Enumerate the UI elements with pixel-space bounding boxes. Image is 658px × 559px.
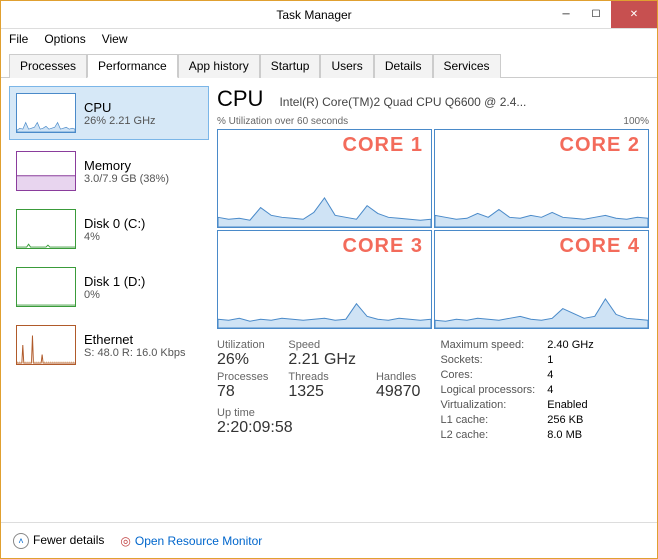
- virt-label: Virtualization:: [440, 399, 535, 411]
- utilization-label: Utilization: [217, 339, 268, 351]
- memory-thumbnail-icon: [16, 151, 76, 191]
- task-manager-window: Task Manager ─ ☐ ✕ File Options View Pro…: [0, 0, 658, 559]
- titlebar: Task Manager ─ ☐ ✕: [1, 1, 657, 29]
- uptime-value: 2:20:09:58: [217, 419, 420, 437]
- menu-view[interactable]: View: [102, 32, 128, 46]
- fewer-details-button[interactable]: ˄Fewer details: [13, 533, 104, 549]
- core-4-chart: CORE 4: [434, 230, 649, 329]
- lp-label: Logical processors:: [440, 384, 535, 396]
- sidebar-cpu-sub: 26% 2.21 GHz: [84, 115, 156, 127]
- tab-processes[interactable]: Processes: [9, 54, 87, 78]
- footer: ˄Fewer details ◎Open Resource Monitor: [1, 522, 657, 558]
- chevron-up-icon: ˄: [13, 533, 29, 549]
- cpu-model: Intel(R) Core(TM)2 Quad CPU Q6600 @ 2.4.…: [279, 95, 649, 109]
- speed-label: Speed: [288, 339, 356, 351]
- disk1-thumbnail-icon: [16, 267, 76, 307]
- cores-value: 4: [547, 369, 593, 381]
- sidebar-item-disk0[interactable]: Disk 0 (C:) 4%: [9, 202, 209, 256]
- sockets-value: 1: [547, 354, 593, 366]
- sidebar-ethernet-title: Ethernet: [84, 332, 186, 347]
- close-button[interactable]: ✕: [611, 1, 657, 28]
- cores-label: Cores:: [440, 369, 535, 381]
- sidebar-item-ethernet[interactable]: Ethernet S: 48.0 R: 16.0 Kbps: [9, 318, 209, 372]
- handles-label: Handles: [376, 371, 421, 383]
- core-3-chart: CORE 3: [217, 230, 432, 329]
- sidebar-disk0-title: Disk 0 (C:): [84, 216, 145, 231]
- processes-label: Processes: [217, 371, 268, 383]
- sidebar: CPU 26% 2.21 GHz Memory 3.0/7.9 GB (38%): [9, 86, 209, 514]
- speed-value: 2.21 GHz: [288, 351, 356, 369]
- sidebar-cpu-title: CPU: [84, 100, 156, 115]
- tab-performance[interactable]: Performance: [87, 54, 178, 78]
- l2-label: L2 cache:: [440, 429, 535, 441]
- threads-value: 1325: [288, 383, 356, 401]
- max-speed-value: 2.40 GHz: [547, 339, 593, 351]
- virt-value: Enabled: [547, 399, 593, 411]
- cpu-thumbnail-icon: [16, 93, 76, 133]
- resource-monitor-icon: ◎: [120, 534, 130, 548]
- l2-value: 8.0 MB: [547, 429, 593, 441]
- tab-app-history[interactable]: App history: [178, 54, 260, 78]
- max-speed-label: Maximum speed:: [440, 339, 535, 351]
- processes-value: 78: [217, 383, 268, 401]
- sidebar-disk1-title: Disk 1 (D:): [84, 274, 145, 289]
- l1-label: L1 cache:: [440, 414, 535, 426]
- core-2-chart: CORE 2: [434, 129, 649, 228]
- axis-left-label: % Utilization over 60 seconds: [217, 116, 348, 127]
- sockets-label: Sockets:: [440, 354, 535, 366]
- sidebar-memory-title: Memory: [84, 158, 169, 173]
- sidebar-item-cpu[interactable]: CPU 26% 2.21 GHz: [9, 86, 209, 140]
- menubar: File Options View: [1, 29, 657, 49]
- sidebar-disk1-sub: 0%: [84, 289, 145, 301]
- core-grid: CORE 1 CORE 2 CORE 3 CORE 4: [217, 129, 649, 329]
- sidebar-item-memory[interactable]: Memory 3.0/7.9 GB (38%): [9, 144, 209, 198]
- axis-right-label: 100%: [623, 116, 649, 127]
- menu-file[interactable]: File: [9, 32, 28, 46]
- disk0-thumbnail-icon: [16, 209, 76, 249]
- uptime-label: Up time: [217, 407, 420, 419]
- window-title: Task Manager: [77, 8, 551, 22]
- tab-details[interactable]: Details: [374, 54, 433, 78]
- open-resource-monitor-link[interactable]: ◎Open Resource Monitor: [120, 534, 262, 548]
- maximize-button[interactable]: ☐: [581, 1, 611, 28]
- minimize-button[interactable]: ─: [551, 1, 581, 28]
- menu-options[interactable]: Options: [44, 32, 85, 46]
- tab-users[interactable]: Users: [320, 54, 373, 78]
- utilization-value: 26%: [217, 351, 268, 369]
- sidebar-ethernet-sub: S: 48.0 R: 16.0 Kbps: [84, 347, 186, 359]
- handles-value: 49870: [376, 383, 421, 401]
- l1-value: 256 KB: [547, 414, 593, 426]
- tab-services[interactable]: Services: [433, 54, 501, 78]
- tabs: Processes Performance App history Startu…: [1, 49, 657, 78]
- tab-startup[interactable]: Startup: [260, 54, 321, 78]
- sidebar-item-disk1[interactable]: Disk 1 (D:) 0%: [9, 260, 209, 314]
- page-title: CPU: [217, 86, 263, 112]
- sidebar-memory-sub: 3.0/7.9 GB (38%): [84, 173, 169, 185]
- main-panel: CPU Intel(R) Core(TM)2 Quad CPU Q6600 @ …: [217, 86, 649, 514]
- threads-label: Threads: [288, 371, 356, 383]
- ethernet-thumbnail-icon: [16, 325, 76, 365]
- core-1-chart: CORE 1: [217, 129, 432, 228]
- lp-value: 4: [547, 384, 593, 396]
- sidebar-disk0-sub: 4%: [84, 231, 145, 243]
